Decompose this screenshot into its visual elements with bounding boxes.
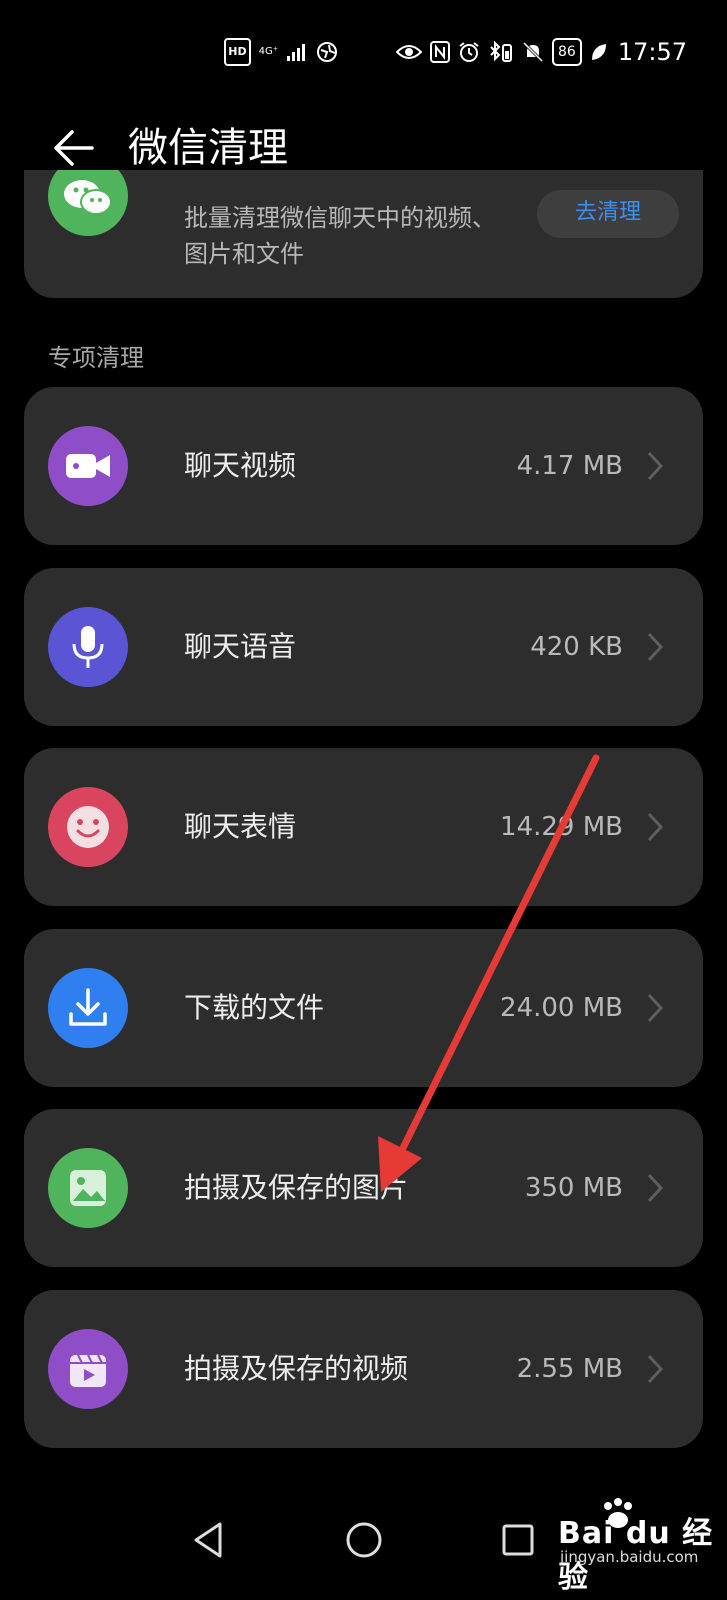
item-saved-images[interactable]: 拍摄及保存的图片 350 MB: [24, 1109, 703, 1267]
item-size: 14.29 MB: [500, 812, 623, 842]
baidu-watermark: Bai du 经验 jingyan.baidu.com: [548, 1498, 718, 1595]
bluetooth-battery-icon: [488, 40, 514, 64]
download-icon: [48, 968, 128, 1048]
square-recents-icon: [502, 1524, 534, 1556]
triangle-back-icon: [194, 1522, 222, 1558]
chevron-right-icon: [647, 1173, 664, 1203]
item-label: 拍摄及保存的图片: [184, 1171, 409, 1204]
alarm-icon: [458, 40, 480, 64]
chevron-right-icon: [647, 632, 664, 662]
item-downloaded-files[interactable]: 下载的文件 24.00 MB: [24, 929, 703, 1087]
nav-recents-button[interactable]: [490, 1512, 546, 1568]
circle-home-icon: [346, 1522, 382, 1558]
item-chat-video[interactable]: 聊天视频 4.17 MB: [24, 387, 703, 545]
battery-level: 86: [552, 38, 582, 66]
clock: 17:57: [617, 38, 687, 66]
video-clip-icon: [48, 1329, 128, 1409]
video-camera-icon: [48, 426, 128, 506]
nfc-icon: [430, 40, 450, 64]
chevron-right-icon: [647, 993, 664, 1023]
leaf-icon: [590, 40, 608, 64]
watermark-sub: jingyan.baidu.com: [560, 1548, 699, 1566]
item-label: 聊天语音: [184, 630, 297, 663]
item-saved-videos[interactable]: 拍摄及保存的视频 2.55 MB: [24, 1290, 703, 1448]
mute-bell-icon: [522, 40, 544, 64]
arrow-left-icon: [54, 130, 94, 166]
chevron-right-icon: [647, 451, 664, 481]
image-icon: [48, 1148, 128, 1228]
signal-icon: [286, 40, 308, 64]
item-size: 420 KB: [530, 632, 623, 662]
item-label: 下载的文件: [184, 991, 325, 1024]
item-size: 2.55 MB: [516, 1354, 623, 1384]
item-size: 4.17 MB: [516, 451, 623, 481]
go-clean-button[interactable]: 去清理: [537, 190, 679, 238]
back-button[interactable]: [46, 120, 102, 176]
nav-home-button[interactable]: [336, 1512, 392, 1568]
status-icons: HD 4G⁺ 86 17:57: [224, 38, 687, 66]
nav-back-button[interactable]: [180, 1512, 236, 1568]
wechat-logo-icon: [48, 170, 128, 236]
status-bar: HD 4G⁺ 86 17:57: [0, 0, 727, 100]
network-type-icon: 4G⁺: [258, 46, 278, 57]
batch-clean-description: 批量清理微信聊天中的视频、图片和文件: [184, 204, 496, 268]
hd-icon: HD: [224, 38, 251, 66]
chevron-right-icon: [647, 1354, 664, 1384]
chevron-right-icon: [647, 812, 664, 842]
item-label: 聊天表情: [184, 810, 297, 843]
microphone-icon: [48, 607, 128, 687]
item-size: 350 MB: [524, 1173, 623, 1203]
batch-clean-card: 批量清理微信聊天中的视频、图片和文件 去清理: [24, 170, 703, 298]
section-label: 专项清理: [48, 344, 144, 372]
page-title: 微信清理: [128, 125, 288, 171]
item-chat-stickers[interactable]: 聊天表情 14.29 MB: [24, 748, 703, 906]
eye-icon: [396, 40, 422, 64]
item-label: 拍摄及保存的视频: [184, 1352, 409, 1385]
item-label: 聊天视频: [184, 449, 297, 482]
item-chat-voice[interactable]: 聊天语音 420 KB: [24, 568, 703, 726]
smiley-icon: [48, 787, 128, 867]
globe-icon: [316, 40, 338, 64]
item-size: 24.00 MB: [500, 993, 623, 1023]
